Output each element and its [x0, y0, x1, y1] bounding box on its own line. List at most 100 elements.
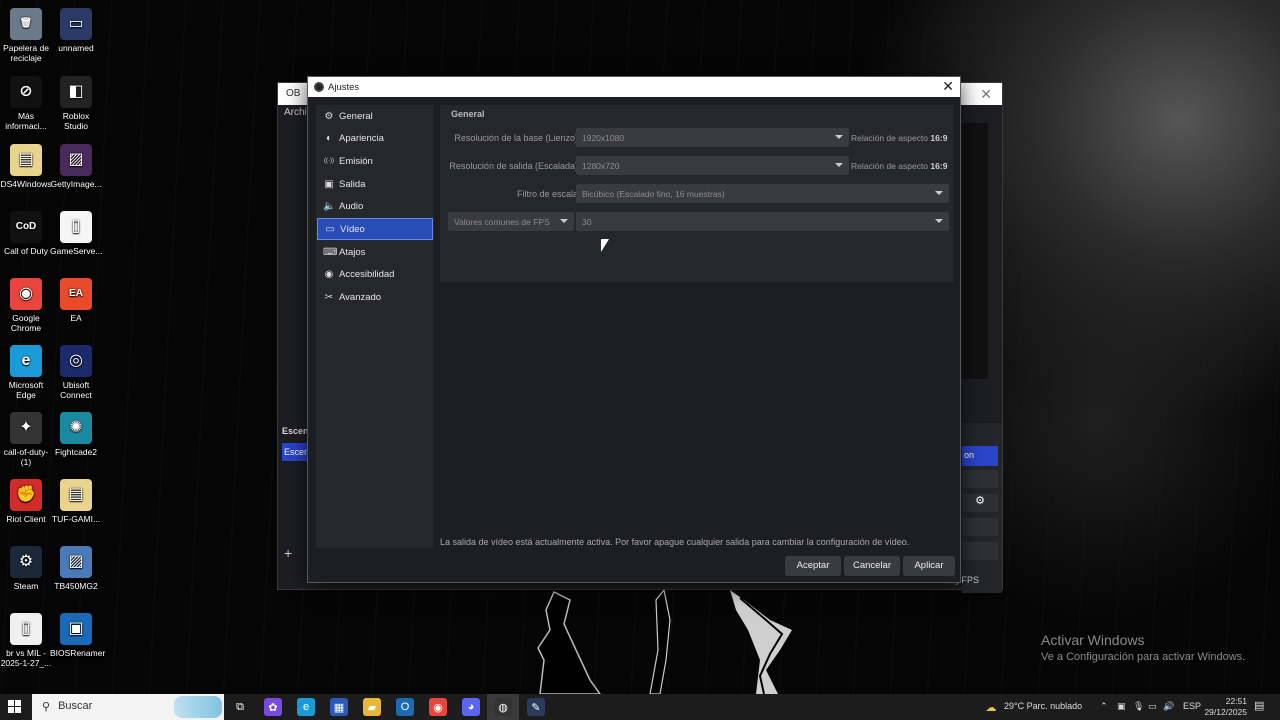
sidebar-item-apariencia[interactable]: ◐ Apariencia	[317, 128, 433, 150]
video-active-notice: La salida de vídeo está actualmente acti…	[440, 537, 910, 547]
obs-preview-area	[962, 123, 988, 379]
desktop-icon[interactable]: ✊ Riot Client	[0, 479, 52, 524]
tray-chevron-up-icon[interactable]: ⌃	[1100, 701, 1108, 712]
obs-start-button[interactable]: on	[962, 446, 998, 466]
sidebar-item-video[interactable]: ▭ Vídeo	[317, 218, 433, 241]
sidebar-item-audio[interactable]: 🔈 Audio	[317, 196, 433, 218]
base-resolution-select[interactable]: 1920x1080	[576, 128, 849, 147]
desktop-icon[interactable]: ▭ unnamed	[50, 8, 102, 53]
desktop-icon[interactable]: ▤ TUF-GAMI...	[50, 479, 102, 524]
apply-button[interactable]: Aplicar	[903, 556, 955, 576]
gear-icon: ⚙	[324, 110, 334, 122]
folder-file-icon: ▤	[10, 144, 42, 176]
fps-type-select[interactable]: Valores comunes de FPS	[448, 212, 574, 231]
accept-button[interactable]: Aceptar	[785, 556, 841, 576]
file-explorer-icon[interactable]: ▰	[363, 698, 381, 716]
document-file-icon: ▯	[10, 613, 42, 645]
desktop-icon[interactable]: ◎ Ubisoft Connect	[50, 345, 102, 400]
notification-icon[interactable]: ▤	[1254, 699, 1264, 712]
video-general-group: General Resolución de la base (Lienzo) 1…	[440, 105, 954, 282]
desktop-icon[interactable]: EA EA	[50, 278, 102, 323]
fps-type-value: Valores comunes de FPS	[454, 217, 550, 227]
desktop-icon[interactable]: ◉ Google Chrome	[0, 278, 52, 333]
desktop-icon-label: br vs MIL - 2025-1-27_...	[0, 648, 52, 668]
desktop-icon-label: unnamed	[58, 43, 94, 53]
monitor-icon: ▭	[325, 223, 335, 235]
desktop-icon[interactable]: 🗑 Papelera de reciclaje	[0, 8, 52, 63]
taskbar-search-box[interactable]: ⚲ Buscar	[32, 694, 224, 720]
copilot-icon[interactable]: ✿	[264, 698, 282, 716]
tray-app-icon[interactable]: ▣	[1117, 701, 1126, 712]
desktop-icon[interactable]: ⚙ Steam	[0, 546, 52, 591]
search-icon: ⚲	[42, 701, 51, 713]
desktop-icon[interactable]: ▯ GameServe...	[50, 211, 102, 256]
settings-title: Ajustes	[328, 81, 360, 93]
desktop-icon[interactable]: ▨ TB450MG2	[50, 546, 102, 591]
close-icon[interactable]: ✕	[942, 78, 954, 95]
obs-close-icon[interactable]: ✕	[980, 86, 992, 103]
obs-control-button[interactable]	[962, 518, 998, 536]
broadcast-icon: ((·))	[324, 158, 334, 165]
desktop-icon[interactable]: ▤ DS4Windows	[0, 144, 52, 189]
base-resolution-value: 1920x1080	[582, 133, 625, 143]
sidebar-item-label: Emisión	[339, 155, 373, 167]
document-file-icon: ▯	[60, 211, 92, 243]
obs-add-scene-icon[interactable]: +	[284, 545, 292, 561]
search-highlight-image	[174, 696, 222, 718]
fps-value-select[interactable]: 30	[576, 212, 949, 231]
store-icon[interactable]: ▦	[330, 698, 348, 716]
desktop-icon[interactable]: ◧ Roblox Studio	[50, 76, 102, 131]
sidebar-item-avanzado[interactable]: ✂ Avanzado	[317, 287, 433, 309]
obs-title: OB	[286, 88, 301, 99]
obs-control-button[interactable]	[962, 470, 998, 488]
volume-icon[interactable]: 🔊	[1163, 701, 1174, 712]
weather-text[interactable]: 29°C Parc. nublado	[1004, 701, 1082, 711]
sidebar-item-general[interactable]: ⚙ General	[317, 105, 433, 127]
windows-start-icon[interactable]	[8, 700, 22, 714]
microphone-icon[interactable]: 🎙	[1133, 701, 1144, 712]
sidebar-item-atajos[interactable]: ⌨ Atajos	[317, 241, 433, 263]
pen-icon[interactable]: ✎	[527, 698, 545, 716]
output-resolution-select[interactable]: 1280x720	[576, 156, 849, 175]
scale-filter-select[interactable]: Bicúbico (Escalado fino, 16 muestras)	[576, 184, 949, 203]
sidebar-item-emision[interactable]: ((·)) Emisión	[317, 150, 433, 172]
obs-settings-gear-icon[interactable]: ⚙	[962, 494, 998, 512]
output-aspect-value: 16:9	[930, 161, 948, 171]
ubisoft-icon: ◎	[60, 345, 92, 377]
activation-watermark: Activar Windows Ve a Configuración para …	[1041, 632, 1245, 663]
desktop-icon-label: Roblox Studio	[62, 111, 90, 131]
taskbar-clock[interactable]: 22:51 29/12/2025	[1199, 696, 1247, 718]
obs-logo-icon	[314, 82, 324, 92]
desktop-icon[interactable]: ✺ Fightcade2	[50, 412, 102, 457]
network-icon[interactable]: ▭	[1148, 701, 1157, 712]
cancel-button[interactable]: Cancelar	[844, 556, 900, 576]
obs-control-button[interactable]	[962, 542, 998, 560]
output-resolution-label: Resolución de salida (Escalada)	[449, 161, 578, 171]
discord-icon[interactable]: ◕	[462, 698, 480, 716]
sidebar-item-salida[interactable]: ▣ Salida	[317, 173, 433, 195]
desktop-icon[interactable]: ▣ BIOSRenamer	[50, 613, 105, 658]
desktop-icon[interactable]: ✦ call-of-duty-(1)	[0, 412, 52, 467]
desktop-icon-label: Call of Duty	[4, 246, 48, 256]
settings-titlebar: Ajustes ✕	[308, 77, 960, 97]
outlook-icon[interactable]: O	[396, 698, 414, 716]
obs-icon[interactable]: ◍	[494, 698, 512, 716]
desktop-icon[interactable]: e Microsoft Edge	[0, 345, 52, 400]
desktop-icon[interactable]: ⊘ Más informaci...	[0, 76, 52, 131]
desktop-icon[interactable]: CoD Call of Duty	[0, 211, 52, 256]
base-aspect-label: Relación de aspecto	[851, 133, 929, 143]
obs-scenes-label: Escen	[282, 426, 309, 436]
base-resolution-label: Resolución de la base (Lienzo)	[454, 133, 578, 143]
clock-date: 29/12/2025	[1204, 707, 1247, 717]
sidebar-item-accesibilidad[interactable]: ◉ Accesibilidad	[317, 264, 433, 286]
desktop-icon[interactable]: ▯ br vs MIL - 2025-1-27_...	[0, 613, 52, 668]
palette-icon: ◐	[325, 133, 333, 145]
obs-scene-selected[interactable]: Escen	[282, 443, 309, 461]
chrome-icon[interactable]: ◉	[429, 698, 447, 716]
image-file-icon: ▨	[60, 144, 92, 176]
task-view-icon[interactable]: ⧉	[231, 698, 249, 716]
desktop-icon-label: Steam	[13, 581, 39, 591]
edge-icon[interactable]: e	[297, 698, 315, 716]
desktop-icon[interactable]: ▨ GettyImage...	[50, 144, 102, 189]
chrome-icon: ◉	[10, 278, 42, 310]
